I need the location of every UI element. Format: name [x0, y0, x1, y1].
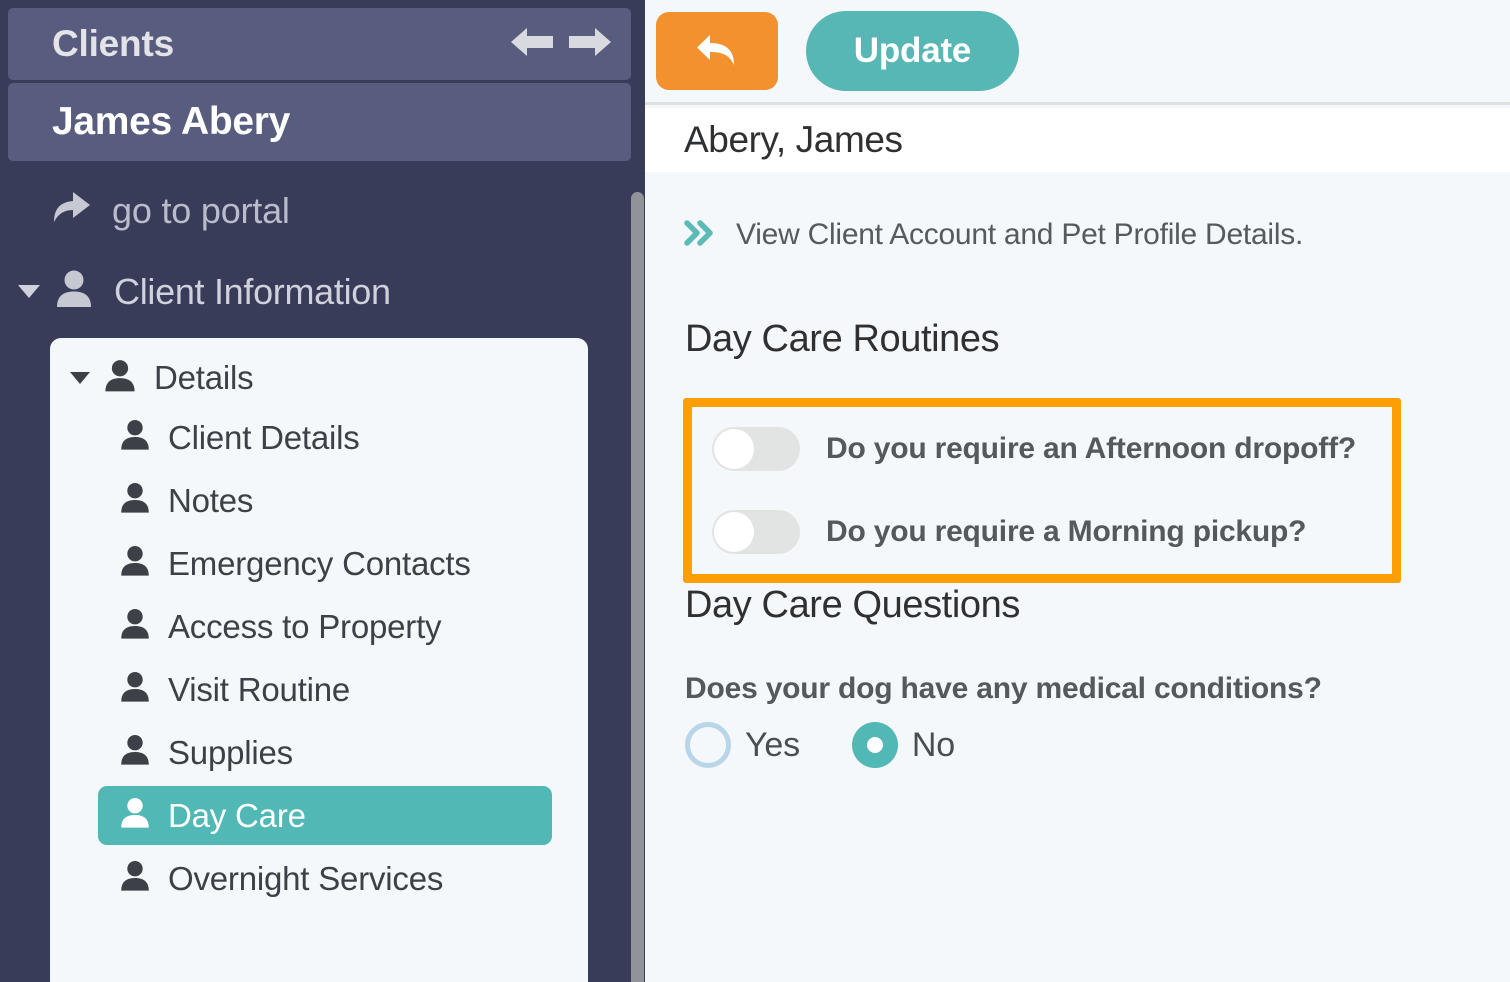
radio-option-no[interactable]: No: [851, 722, 955, 768]
client-name-bar: Abery, James: [645, 108, 1510, 172]
sidebar-header: Clients: [8, 8, 631, 80]
body-area: View Client Account and Pet Profile Deta…: [645, 172, 1510, 982]
double-chevron-right-icon: [684, 219, 718, 251]
afternoon-dropoff-label: Do you require an Afternoon dropoff?: [826, 431, 1356, 465]
sidebar-item-label: Client Details: [168, 418, 360, 456]
sidebar-scrollbar-track[interactable]: [631, 0, 645, 982]
sidebar-item-label: Visit Routine: [168, 670, 351, 708]
person-icon: [118, 670, 152, 709]
person-icon: [118, 796, 152, 835]
person-icon: [118, 418, 152, 457]
day-care-routines-heading: Day Care Routines: [685, 318, 1000, 360]
radio-no-icon[interactable]: [851, 722, 898, 768]
sidebar-item-label: Overnight Services: [168, 859, 444, 897]
person-icon: [118, 481, 152, 520]
submenu-panel: Details Client Details Notes Emergency C…: [50, 338, 588, 982]
toggle-knob: [714, 428, 754, 469]
submenu-group-label: Details: [154, 359, 254, 396]
sidebar-item-visit-routine[interactable]: Visit Routine: [98, 660, 552, 719]
back-arrow-icon: [694, 29, 740, 74]
radio-option-yes[interactable]: Yes: [685, 722, 800, 768]
go-to-portal-label: go to portal: [112, 189, 290, 231]
view-client-account-link[interactable]: View Client Account and Pet Profile Deta…: [684, 218, 1303, 252]
sidebar-item-label: Access to Property: [168, 607, 442, 645]
sidebar-item-label: Day Care: [168, 796, 306, 834]
person-icon: [118, 544, 152, 583]
sidebar-scrollbar-thumb[interactable]: [631, 192, 644, 982]
sidebar-item-label: Emergency Contacts: [168, 544, 471, 582]
view-client-account-label: View Client Account and Pet Profile Deta…: [736, 218, 1304, 251]
afternoon-dropoff-toggle[interactable]: [712, 426, 800, 471]
sidebar-item-client-details[interactable]: Client Details: [98, 408, 552, 467]
app-window: Clients James Abery go to portal Client …: [0, 0, 1510, 982]
routine-row-morning-pickup: Do you require a Morning pickup?: [692, 490, 1392, 573]
radio-no-label: No: [911, 725, 955, 764]
submenu-group-details[interactable]: Details: [50, 352, 588, 404]
sidebar-item-label: Supplies: [168, 733, 293, 771]
share-arrow-icon: [48, 188, 92, 233]
person-icon: [118, 859, 152, 898]
person-icon: [102, 358, 138, 399]
chevron-down-icon[interactable]: [18, 285, 40, 298]
update-button[interactable]: Update: [806, 11, 1019, 91]
radio-yes-label: Yes: [745, 725, 800, 764]
day-care-questions-heading: Day Care Questions: [685, 584, 1020, 626]
sidebar-item-client-information[interactable]: Client Information: [18, 268, 391, 315]
go-to-portal-link[interactable]: go to portal: [48, 188, 290, 233]
sidebar-item-access-to-property[interactable]: Access to Property: [98, 597, 552, 656]
sidebar-item-supplies[interactable]: Supplies: [98, 723, 552, 782]
day-care-routines-highlight-box: Do you require an Afternoon dropoff? Do …: [683, 398, 1401, 583]
sidebar-item-emergency-contacts[interactable]: Emergency Contacts: [98, 534, 552, 593]
sidebar: Clients James Abery go to portal Client …: [0, 0, 645, 982]
toolbar: Update: [645, 0, 1510, 105]
back-button[interactable]: [656, 12, 778, 90]
morning-pickup-toggle[interactable]: [712, 509, 800, 554]
person-icon: [53, 268, 95, 315]
morning-pickup-label: Do you require a Morning pickup?: [826, 514, 1307, 548]
medical-conditions-question-label: Does your dog have any medical condition…: [685, 672, 1322, 705]
sidebar-item-day-care[interactable]: Day Care: [98, 786, 552, 845]
medical-conditions-radio-group: Yes No: [685, 722, 1322, 768]
person-icon: [118, 733, 152, 772]
medical-conditions-question-block: Does your dog have any medical condition…: [685, 672, 1322, 768]
person-icon: [118, 607, 152, 646]
page-title: Clients: [52, 23, 174, 64]
chevron-down-icon[interactable]: [70, 372, 90, 384]
sidebar-item-overnight-services[interactable]: Overnight Services: [98, 849, 552, 908]
client-title: Abery, James: [684, 119, 903, 160]
arrow-left-icon[interactable]: [509, 25, 557, 64]
sidebar-item-notes[interactable]: Notes: [98, 471, 552, 530]
routine-row-afternoon-dropoff: Do you require an Afternoon dropoff?: [692, 407, 1392, 490]
sidebar-item-client-information-label: Client Information: [114, 270, 391, 312]
content-panel: Update Abery, James View Client Account …: [645, 0, 1510, 982]
nav-arrows: [509, 25, 613, 64]
sidebar-item-label: Notes: [168, 481, 254, 519]
radio-yes-icon[interactable]: [685, 722, 731, 768]
arrow-right-icon[interactable]: [565, 25, 613, 64]
sidebar-client-name: James Abery: [52, 100, 291, 143]
sidebar-selected-client[interactable]: James Abery: [8, 83, 631, 161]
toggle-knob: [714, 511, 754, 552]
